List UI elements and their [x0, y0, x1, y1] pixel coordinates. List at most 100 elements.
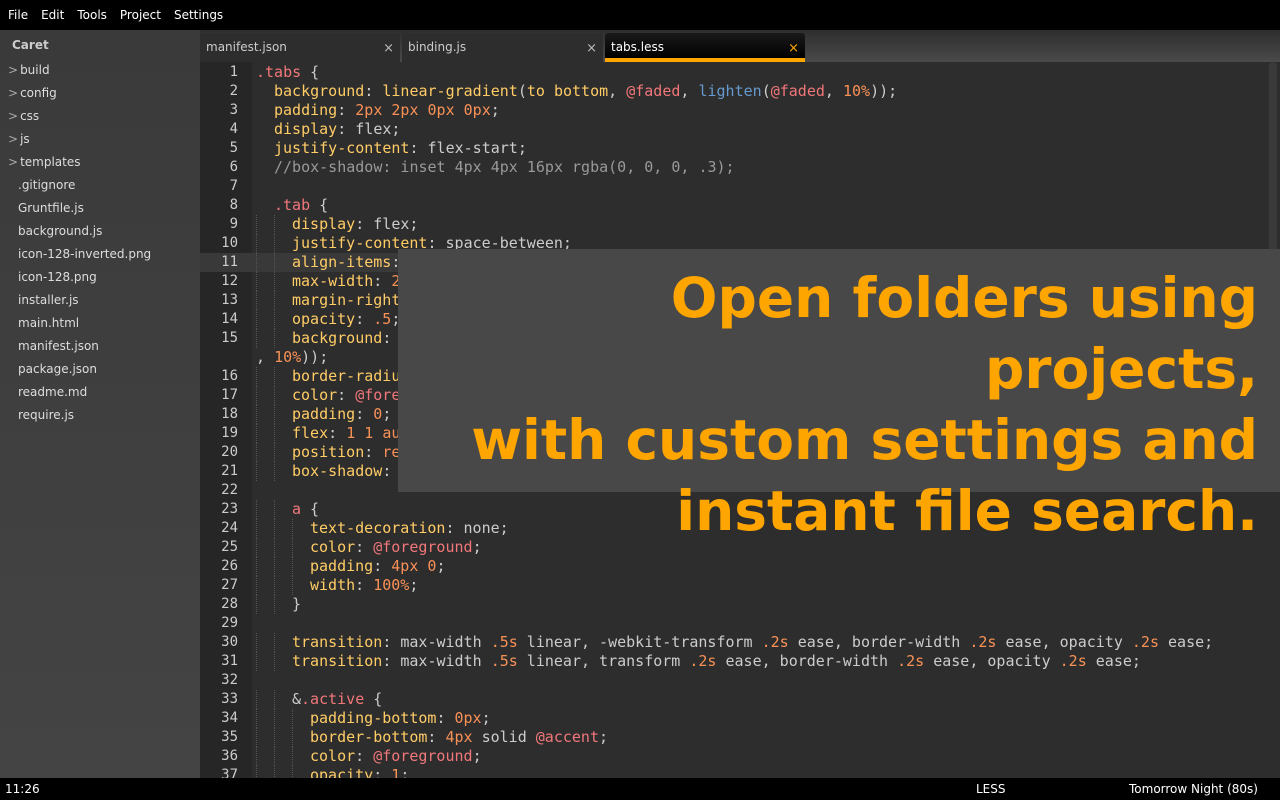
tab-manifest-json[interactable]: manifest.json × [200, 33, 400, 62]
file-item[interactable]: readme.md [0, 381, 200, 404]
tab-bar: manifest.json × binding.js × tabs.less × [200, 30, 1280, 62]
close-icon[interactable]: × [586, 41, 597, 56]
close-icon[interactable]: × [788, 41, 799, 56]
item-label: background.js [18, 224, 103, 238]
code-token: transition [292, 633, 383, 651]
code-token: 10% [274, 348, 302, 366]
indent-guide [274, 386, 275, 405]
code-token: )); [870, 82, 898, 100]
file-item[interactable]: manifest.json [0, 335, 200, 358]
tab-label: tabs.less [611, 40, 664, 54]
code-token: ease; [1086, 652, 1141, 670]
promo-overlay: Open folders using projects, with custom… [398, 249, 1280, 543]
indent-guide [256, 310, 257, 329]
file-item[interactable]: installer.js [0, 289, 200, 312]
folder-item[interactable]: > js [0, 128, 200, 151]
close-icon[interactable]: × [383, 41, 394, 56]
indent-guide [274, 633, 275, 652]
code-line: position: re [292, 443, 400, 462]
code-token: box-shadow [292, 462, 383, 480]
menu-tools[interactable]: Tools [77, 8, 107, 22]
file-item[interactable]: icon-128.png [0, 266, 200, 289]
code-token: .2s [969, 633, 997, 651]
project-sidebar: Caret > build > config > css > js > templates .git… [0, 30, 200, 778]
menu-bar: File Edit Tools Project Settings [0, 0, 1280, 30]
file-item[interactable]: require.js [0, 404, 200, 427]
code-token: @accent [535, 728, 599, 746]
code-token: : max-width [382, 652, 491, 670]
menu-file[interactable]: File [8, 8, 28, 22]
code-token: : [373, 766, 392, 778]
line-number: 4 [229, 121, 238, 137]
indent-guide [274, 291, 275, 310]
indent-guide [256, 367, 257, 386]
file-item[interactable]: Gruntfile.js [0, 197, 200, 220]
line-number: 3 [229, 102, 238, 118]
item-label: manifest.json [18, 339, 99, 353]
item-label: Gruntfile.js [18, 201, 84, 215]
indent-guide [256, 424, 257, 443]
code-token: : flex; [337, 120, 401, 138]
code-token: : [364, 82, 383, 100]
code-token: : [382, 329, 392, 347]
theme-name[interactable]: Tomorrow Night (80s) [1129, 782, 1258, 796]
folder-item[interactable]: > templates [0, 151, 200, 174]
menu-edit[interactable]: Edit [41, 8, 64, 22]
code-token: ( [517, 82, 527, 100]
indent-guide [274, 310, 275, 329]
code-token: 10% [842, 82, 871, 100]
code-line: flex: 1 1 au [292, 424, 400, 443]
code-token: max-width [292, 272, 374, 290]
code-token: .2s [761, 633, 789, 651]
folder-item[interactable]: > css [0, 105, 200, 128]
code-token: : [364, 443, 383, 461]
line-number: 14 [221, 311, 238, 327]
indent-guide [256, 500, 257, 519]
code-token: ; [472, 747, 482, 765]
line-number: 25 [221, 539, 238, 555]
code-token: ; [481, 709, 491, 727]
language-mode[interactable]: LESS [976, 782, 1006, 796]
line-number: 9 [229, 216, 238, 232]
code-token: ( [761, 82, 771, 100]
code-token: 100% [373, 576, 410, 594]
code-line: //box-shadow: inset 4px 4px 16px rgba(0,… [274, 158, 735, 177]
code-token: border-bottom [310, 728, 428, 746]
code-line: &.active { [292, 690, 382, 709]
indent-guide [292, 557, 293, 576]
code-line: justify-content: flex-start; [274, 139, 527, 158]
indent-guide [292, 538, 293, 557]
overlay-line: instant file search. [676, 479, 1258, 543]
file-item[interactable]: package.json [0, 358, 200, 381]
code-line: a { [292, 500, 319, 519]
folder-item[interactable]: > build [0, 59, 200, 82]
line-number: 30 [221, 634, 238, 650]
code-token: .2s [689, 652, 717, 670]
menu-project[interactable]: Project [120, 8, 161, 22]
code-line: transition: max-width .5s linear, -webki… [292, 633, 1213, 652]
code-token: 0px [454, 709, 482, 727]
indent-guide [274, 272, 275, 291]
code-token: { [301, 500, 320, 518]
code-token: : [337, 101, 356, 119]
indent-guide [256, 272, 257, 291]
file-item[interactable]: main.html [0, 312, 200, 335]
code-token: @foreground [373, 747, 473, 765]
overlay-line: with custom settings and [471, 408, 1258, 472]
file-item[interactable]: icon-128-inverted.png [0, 243, 200, 266]
code-token: .5s [490, 633, 518, 651]
tab-label: binding.js [408, 40, 467, 54]
menu-settings[interactable]: Settings [174, 8, 223, 22]
code-line: , 10%)); [256, 348, 328, 367]
tab-tabs-less[interactable]: tabs.less × [605, 33, 805, 62]
file-item[interactable]: .gitignore [0, 174, 200, 197]
code-token: .active [301, 690, 365, 708]
folder-item[interactable]: > config [0, 82, 200, 105]
code-token: transition [292, 652, 383, 670]
indent-guide [256, 728, 257, 747]
code-token: ; [599, 728, 609, 746]
tab-binding-js[interactable]: binding.js × [402, 33, 603, 62]
file-item[interactable]: background.js [0, 220, 200, 243]
item-label: .gitignore [18, 178, 76, 192]
